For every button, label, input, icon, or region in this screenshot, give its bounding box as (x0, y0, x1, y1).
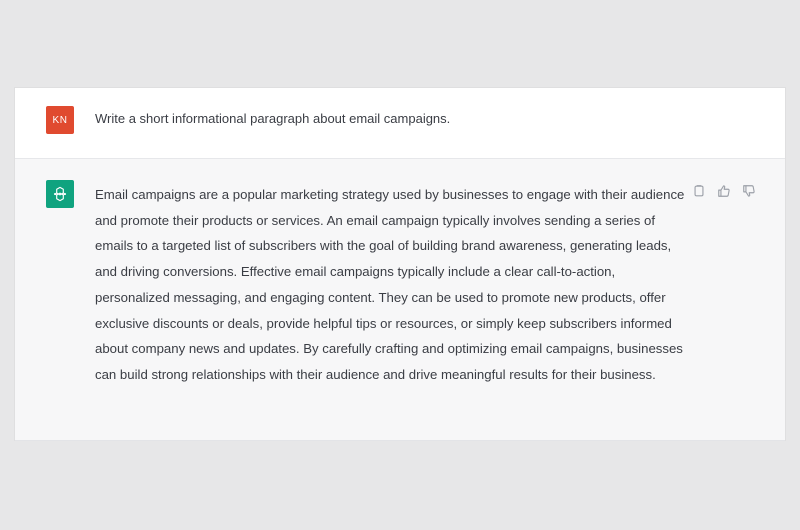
copy-icon[interactable] (691, 183, 707, 199)
assistant-message-text: Email campaigns are a popular marketing … (95, 187, 685, 382)
user-avatar-initials: KN (52, 114, 68, 126)
thumbs-down-icon[interactable] (741, 183, 757, 199)
chat-thread: KN Write a short informational paragraph… (15, 88, 785, 441)
assistant-message-row: Email campaigns are a popular marketing … (15, 159, 785, 441)
user-message-row: KN Write a short informational paragraph… (15, 88, 785, 159)
user-message-text: Write a short informational paragraph ab… (95, 111, 451, 126)
thumbs-up-icon[interactable] (716, 183, 732, 199)
user-avatar: KN (46, 106, 74, 134)
openai-logo-icon (46, 180, 74, 208)
message-actions (691, 183, 757, 199)
